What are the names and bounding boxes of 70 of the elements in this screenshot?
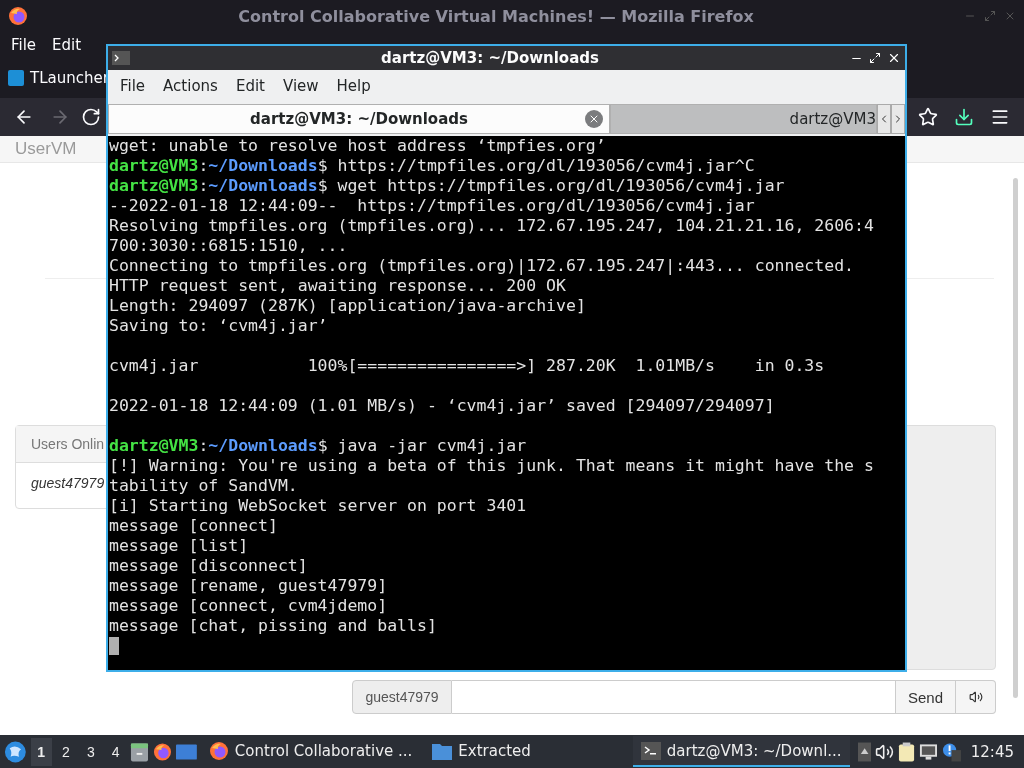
close-tab-button[interactable] <box>585 110 603 128</box>
terminal-tab[interactable]: dartz@VM3: ~/Downloads <box>108 104 610 134</box>
scroll-right-button[interactable] <box>891 104 905 134</box>
terminal-line: Length: 294097 (287K) [application/java-archive] <box>109 296 587 316</box>
taskbar-task[interactable]: Extracted <box>424 736 539 767</box>
star-icon <box>918 107 938 127</box>
folder-icon <box>432 741 453 760</box>
clipboard-icon <box>897 740 915 763</box>
terminal-line: dartz@VM3:~/Downloads$ wget https://tmpfiles.org/dl/193056/cvm4j.jar <box>109 176 786 196</box>
terminal-line: 700:3030::6815:1510, ... <box>109 236 349 256</box>
taskbar-task[interactable]: Control Collaborative ... <box>200 736 421 767</box>
terminal-line: --2022-01-18 12:44:09-- https://tmpfiles.org/dl/193056/cvm4j.jar <box>109 196 756 216</box>
workspace-button[interactable]: 1 <box>30 737 52 766</box>
clock: 12:45 <box>969 742 1015 761</box>
terminal-line: Resolving tmpfiles.org (tmpfiles.org)... 172.67.195.247, 104.21.21.16, 2606:4 <box>109 216 875 236</box>
speaker-icon <box>968 690 983 704</box>
workspace-button[interactable]: 4 <box>105 737 127 766</box>
menu-item[interactable]: Edit <box>45 36 91 54</box>
workspace-button[interactable]: 3 <box>80 737 102 766</box>
workspace-button[interactable]: 2 <box>55 737 77 766</box>
close-icon <box>588 113 600 125</box>
send-button[interactable]: Send <box>896 680 956 714</box>
terminal-line: message [chat, pissing and balls] <box>109 616 438 636</box>
terminal-line: [i] Starting WebSocket server on port 3401 <box>109 496 528 516</box>
sound-button[interactable] <box>956 680 996 714</box>
terminal-line: message [rename, guest47979] <box>109 576 389 596</box>
terminal-line: Saving to: ‘cvm4j.jar’ <box>109 316 329 336</box>
terminal-icon <box>640 741 661 760</box>
terminal-icon <box>112 51 130 65</box>
menu-item[interactable]: View <box>274 77 329 95</box>
terminal-cursor <box>109 637 119 655</box>
start-menu-icon <box>4 739 27 764</box>
window-title: dartz@VM3: ~/Downloads <box>380 49 600 67</box>
terminal-line: dartz@VM3:~/Downloads$ https://tmpfiles.org/dl/193056/cvm4j.jar^C <box>109 156 756 176</box>
user-name[interactable]: guest47979 <box>31 475 105 491</box>
file-cabinet-icon <box>130 740 150 763</box>
scroll-left-button[interactable] <box>877 104 891 134</box>
maximize-icon[interactable] <box>869 52 881 64</box>
window-icon <box>176 742 197 761</box>
terminal-line: message [connect, cvm4jdemo] <box>109 596 389 616</box>
window-title: Control Collaborative Virtual Machines! — Mozilla Firefox <box>237 6 755 26</box>
terminal-line: tability of SandVM. <box>109 476 299 496</box>
terminal-line: message [list] <box>109 536 250 556</box>
reload-icon <box>81 107 101 127</box>
terminal-line: wget: unable to resolve host address ‘tmpfies.org’ <box>109 136 607 156</box>
taskbar-task[interactable]: dartz@VM3: ~/Downl... <box>632 736 850 767</box>
download-icon <box>954 107 974 127</box>
terminal-line: 2022-01-18 12:44:09 (1.01 MB/s) - ‘cvm4j.jar’ saved [294097/294097] <box>109 396 776 416</box>
terminal-line: Connecting to tmpfiles.org (tmpfiles.org)|172.67.195.247|:443... connected. <box>109 256 856 276</box>
terminal-line: message [connect] <box>109 516 279 536</box>
scrollbar[interactable] <box>1013 178 1018 698</box>
terminal-line: cvm4j.jar 100%[================>] 287.20K 1.01MB/s in 0.3s <box>109 356 826 376</box>
firefox-icon <box>208 740 229 761</box>
terminal-tab[interactable]: dartz@VM3 <box>610 104 877 134</box>
page-heading: UserVM <box>15 139 77 159</box>
chat-input[interactable] <box>452 680 896 714</box>
firefox-logo-icon <box>8 6 28 26</box>
terminal-line: message [disconnect] <box>109 556 309 576</box>
terminal-line: HTTP request sent, awaiting response... 200 OK <box>109 276 567 296</box>
username-label: guest47979 <box>352 680 452 714</box>
menu-item[interactable]: Help <box>328 77 381 95</box>
firefox-icon <box>153 741 172 762</box>
menu-item[interactable]: File <box>112 77 156 95</box>
bookmark[interactable]: TLauncher <box>8 69 109 87</box>
close-icon[interactable] <box>887 51 901 65</box>
menu-item[interactable]: Edit <box>227 77 275 95</box>
menu-item[interactable]: Actions <box>155 77 228 95</box>
menu-icon <box>990 107 1010 127</box>
notification-icon <box>941 741 961 762</box>
menu-item[interactable]: File <box>4 36 46 54</box>
